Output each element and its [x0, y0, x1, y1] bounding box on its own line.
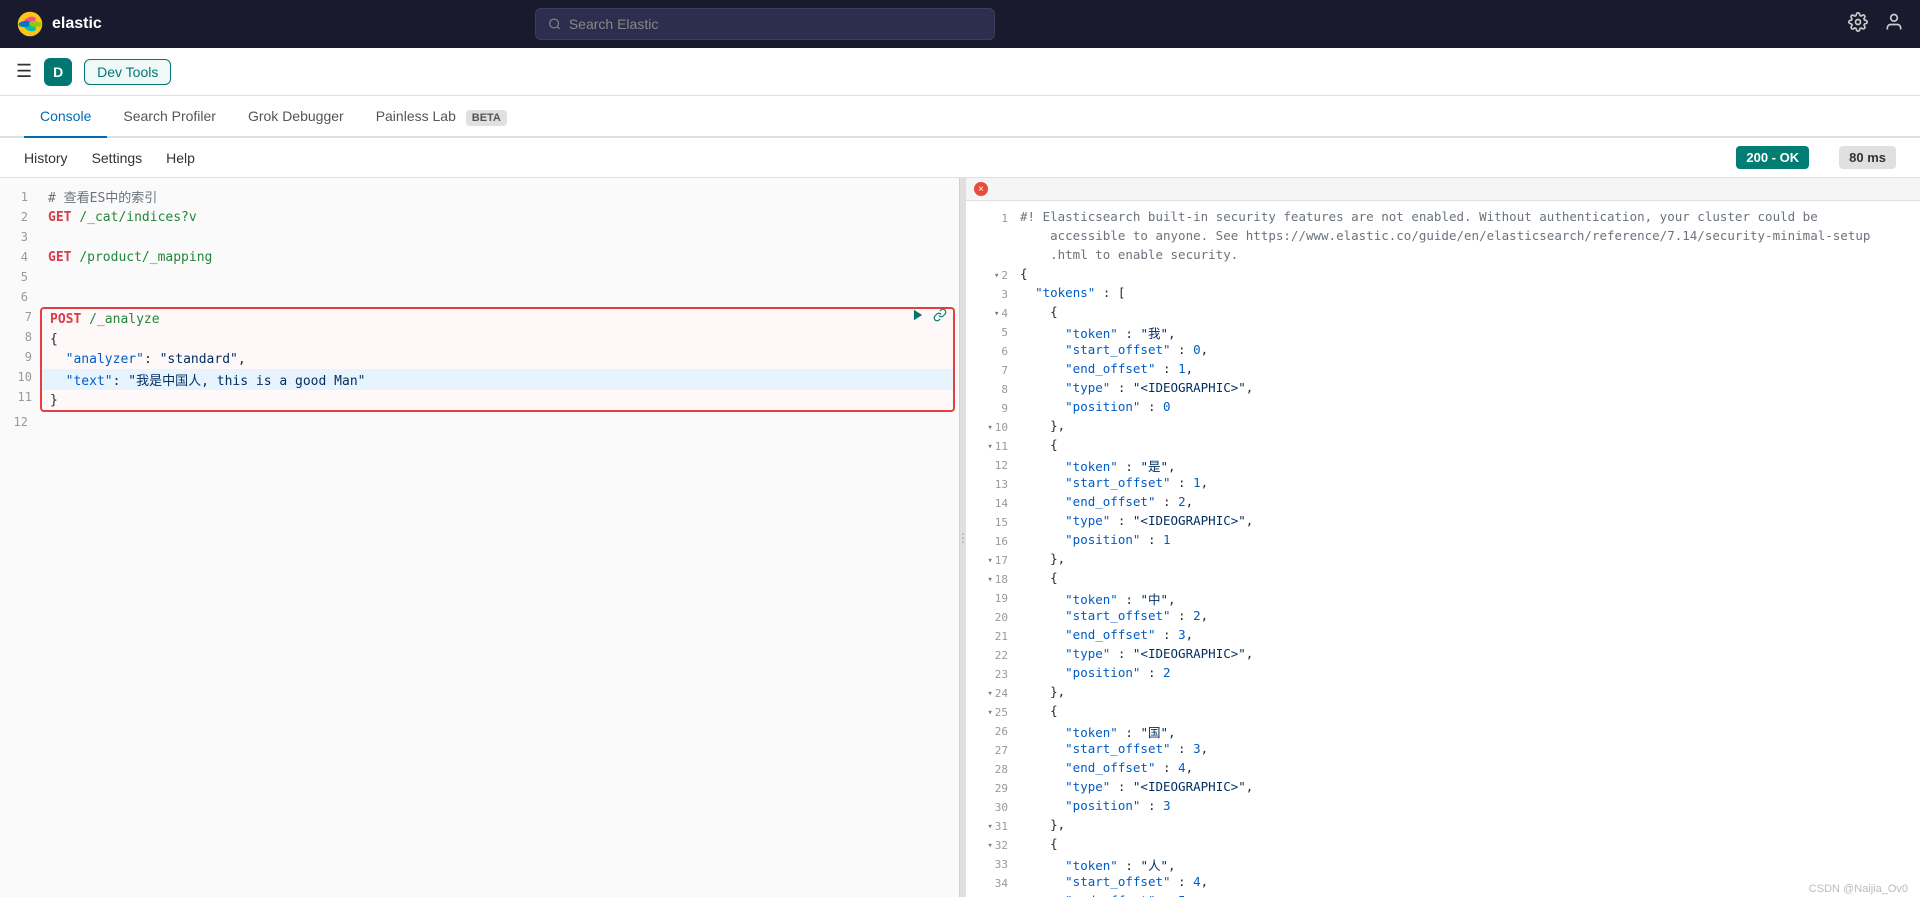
history-button[interactable]: History	[24, 150, 68, 166]
output-line-30: 30 "position" : 3	[966, 798, 1920, 817]
editor-line-9: "analyzer": "standard",	[42, 349, 953, 369]
tab-search-profiler[interactable]: Search Profiler	[107, 96, 232, 138]
output-line-1b: accessible to anyone. See https://www.el…	[966, 228, 1920, 247]
tabs-bar: Console Search Profiler Grok Debugger Pa…	[0, 96, 1920, 138]
help-button[interactable]: Help	[166, 150, 195, 166]
output-line-26: 26 "token" : "国",	[966, 722, 1920, 741]
nav-icons	[1848, 12, 1904, 37]
app-badge: D	[44, 58, 72, 86]
editor-line-5: 5	[0, 267, 959, 287]
output-line-18: ▾18 {	[966, 570, 1920, 589]
output-line-22: 22 "type" : "<IDEOGRAPHIC>",	[966, 646, 1920, 665]
output-line-20: 20 "start_offset" : 2,	[966, 608, 1920, 627]
output-line-14: 14 "end_offset" : 2,	[966, 494, 1920, 513]
output-line-32: ▾32 {	[966, 836, 1920, 855]
output-line-34: 34 "start_offset" : 4,	[966, 874, 1920, 893]
beta-badge: BETA	[466, 110, 507, 126]
output-line-9: 9 "position" : 0	[966, 399, 1920, 418]
dev-tools-button[interactable]: Dev Tools	[84, 59, 171, 85]
editor-line-3: 3	[0, 227, 959, 247]
output-line-31: ▾31 },	[966, 817, 1920, 836]
main-content: 1 # 查看ES中的索引 2 GET /_cat/indices?v 3 4 G…	[0, 178, 1920, 897]
elastic-logo[interactable]: elastic	[16, 10, 102, 38]
output-line-1c: .html to enable security.	[966, 247, 1920, 266]
editor-line-4: 4 GET /product/_mapping	[0, 247, 959, 267]
output-line-15: 15 "type" : "<IDEOGRAPHIC>",	[966, 513, 1920, 532]
output-line-16: 16 "position" : 1	[966, 532, 1920, 551]
editor-panel: 1 # 查看ES中的索引 2 GET /_cat/indices?v 3 4 G…	[0, 178, 960, 897]
search-icon	[548, 17, 561, 31]
request-block: POST /_analyze { "analyzer": "standard",…	[0, 307, 955, 412]
output-line-7: 7 "end_offset" : 1,	[966, 361, 1920, 380]
output-line-27: 27 "start_offset" : 3,	[966, 741, 1920, 760]
output-line-10: ▾10 },	[966, 418, 1920, 437]
editor-line-2: 2 GET /_cat/indices?v	[0, 207, 959, 227]
user-icon[interactable]	[1884, 12, 1904, 37]
line-numbers-overlay: 7 8 9 10 11	[0, 307, 40, 407]
watermark: CSDN @Naijia_Ov0	[1809, 883, 1908, 895]
editor-line-1: 1 # 查看ES中的索引	[0, 186, 959, 207]
output-line-33: 33 "token" : "人",	[966, 855, 1920, 874]
editor-content[interactable]: 1 # 查看ES中的索引 2 GET /_cat/indices?v 3 4 G…	[0, 178, 959, 897]
output-line-24: ▾24 },	[966, 684, 1920, 703]
output-line-21: 21 "end_offset" : 3,	[966, 627, 1920, 646]
output-line-1: 1 #! Elasticsearch built-in security fea…	[966, 209, 1920, 228]
tab-grok-debugger[interactable]: Grok Debugger	[232, 96, 360, 138]
output-line-25: ▾25 {	[966, 703, 1920, 722]
request-action-buttons	[911, 307, 947, 327]
output-line-23: 23 "position" : 2	[966, 665, 1920, 684]
editor-line-8: {	[42, 329, 953, 349]
editor-line-12: 12	[0, 412, 959, 432]
global-search-bar[interactable]	[535, 8, 995, 40]
output-line-13: 13 "start_offset" : 1,	[966, 475, 1920, 494]
run-button[interactable]	[911, 308, 925, 327]
app-header: ☰ D Dev Tools	[0, 48, 1920, 96]
tab-console[interactable]: Console	[24, 96, 107, 138]
global-search-input[interactable]	[569, 16, 982, 32]
output-line-6: 6 "start_offset" : 0,	[966, 342, 1920, 361]
editor-line-7: POST /_analyze	[42, 309, 953, 329]
tab-painless-lab[interactable]: Painless Lab BETA	[360, 96, 523, 138]
output-line-19: 19 "token" : "中",	[966, 589, 1920, 608]
output-line-28: 28 "end_offset" : 4,	[966, 760, 1920, 779]
output-line-17: ▾17 },	[966, 551, 1920, 570]
hamburger-icon[interactable]: ☰	[16, 61, 32, 82]
top-navbar: elastic	[0, 0, 1920, 48]
output-line-3: 3 "tokens" : [	[966, 285, 1920, 304]
output-panel: × 1 #! Elasticsearch built-in security f…	[966, 178, 1920, 897]
elastic-brand-text: elastic	[52, 15, 102, 33]
close-output-button[interactable]: ×	[974, 182, 988, 196]
copy-as-curl-button[interactable]	[933, 308, 947, 327]
settings-icon[interactable]	[1848, 12, 1868, 37]
output-line-12: 12 "token" : "是",	[966, 456, 1920, 475]
status-badge: 200 - OK	[1736, 146, 1809, 169]
editor-line-10: "text": "我是中国人, this is a good Man"	[42, 369, 953, 390]
output-line-29: 29 "type" : "<IDEOGRAPHIC>",	[966, 779, 1920, 798]
output-line-4: ▾4 {	[966, 304, 1920, 323]
ms-badge: 80 ms	[1839, 146, 1896, 169]
output-line-5: 5 "token" : "我",	[966, 323, 1920, 342]
settings-button[interactable]: Settings	[92, 150, 143, 166]
output-line-35: 35 "end_offset" : 5,	[966, 893, 1920, 897]
editor-line-6: 6	[0, 287, 959, 307]
output-content[interactable]: 1 #! Elasticsearch built-in security fea…	[966, 201, 1920, 897]
editor-line-11: }	[42, 390, 953, 410]
output-line-8: 8 "type" : "<IDEOGRAPHIC>",	[966, 380, 1920, 399]
elastic-logo-icon	[16, 10, 44, 38]
output-toolbar: ×	[966, 178, 1920, 201]
output-line-2: ▾2 {	[966, 266, 1920, 285]
console-toolbar: History Settings Help 200 - OK 80 ms	[0, 138, 1920, 178]
output-line-11: ▾11 {	[966, 437, 1920, 456]
